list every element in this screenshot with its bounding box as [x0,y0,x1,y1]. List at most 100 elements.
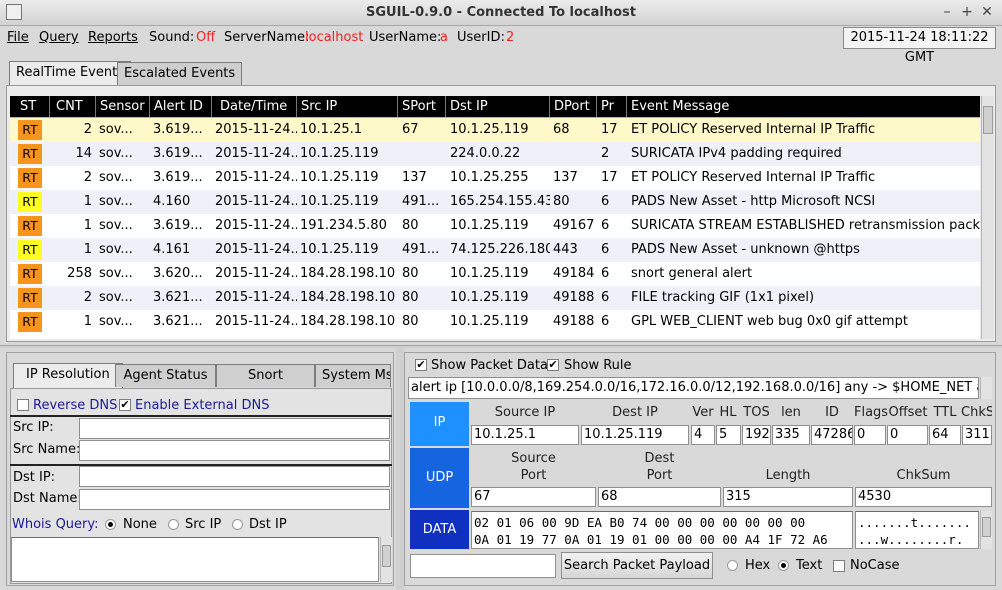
dst-ip-field[interactable] [79,466,390,487]
udp-hdr-chksum: ChkSum [896,468,951,483]
col-src-ip[interactable]: Src IP [297,96,398,118]
events-scroll-thumb[interactable] [983,106,993,134]
tab-agent-status[interactable]: Agent Status [115,364,216,387]
cell-datetime: 2015-11-24... [215,122,297,137]
status-badge[interactable]: RT [18,240,42,260]
ip-hdr-hl: HL [719,405,737,420]
col-st[interactable]: ST [10,96,50,118]
status-badge[interactable]: RT [18,144,42,164]
table-row[interactable]: RT 2 sov... 3.621... 2015-11-24... 184.28.198… [10,286,980,310]
external-dns-checkbox[interactable]: ✔ [119,399,131,411]
data-scroll-thumb[interactable] [982,517,991,537]
tab-ip-resolution[interactable]: IP Resolution [13,363,123,388]
col-sport[interactable]: SPort [398,96,446,118]
ip-id-field[interactable]: 47286 [811,425,853,445]
udp-chksum-field[interactable]: 4530 [855,487,992,507]
show-rule-checkbox[interactable]: ✔ [547,359,559,371]
ip-hdr-tos: TOS [743,405,770,420]
status-badge[interactable]: RT [18,312,42,332]
pane-divider-vertical[interactable] [396,348,404,590]
tab-escalated-events[interactable]: Escalated Events [117,62,243,85]
udp-length-field[interactable]: 315 [723,487,853,507]
events-table[interactable]: ST CNT Sensor Alert ID Date/Time Src IP … [10,96,980,339]
ip-chksum-field[interactable]: 311 [962,425,992,445]
cell-sport: 80 [402,218,419,233]
table-row[interactable]: RT 258 sov... 3.620... 2015-11-24... 184.28.1… [10,262,980,286]
menu-reports[interactable]: Reports [88,30,138,45]
table-row[interactable]: RT 1 sov... 3.619... 2015-11-24... 191.234.5.… [10,214,980,238]
cell-sport: 491... [402,194,440,209]
status-badge[interactable]: RT [18,288,42,308]
nocase-checkbox[interactable] [833,560,845,572]
udp-sport-field[interactable]: 67 [471,487,596,507]
col-dst-ip[interactable]: Dst IP [446,96,550,118]
ip-ver-field[interactable]: 4 [691,425,715,445]
rule-scrollbar[interactable] [980,377,992,399]
table-row[interactable]: RT 2 sov... 3.619... 2015-11-24... 10.1.25.1 6… [10,117,980,143]
cell-sensor: sov... [99,170,133,185]
whois-scroll-thumb[interactable] [382,545,391,567]
tab-realtime-events[interactable]: RealTime Events [9,61,131,86]
status-badge[interactable]: RT [18,264,42,284]
data-scrollbar[interactable] [980,511,992,549]
rule-text[interactable]: alert ip [10.0.0.0/8,169.254.0.0/16,172.… [408,377,979,399]
tab-system-msgs[interactable]: System Ms [315,364,391,387]
ip-ttl-field[interactable]: 64 [929,425,961,445]
whois-scrollbar[interactable] [380,537,392,582]
ip-len-field[interactable]: 335 [772,425,810,445]
pane-divider-horizontal[interactable] [0,345,1002,348]
col-cnt[interactable]: CNT [50,96,96,118]
ascii-dump[interactable]: .......t....... ...w........r. [855,511,979,549]
status-badge[interactable]: RT [18,216,42,236]
maximize-icon[interactable]: + [958,3,976,21]
ip-offset-field[interactable]: 0 [887,425,928,445]
whois-src-label: Src IP [185,517,222,532]
status-badge[interactable]: RT [18,168,42,188]
search-packet-payload-button[interactable]: Search Packet Payload [561,552,713,579]
col-dport[interactable]: DPort [550,96,597,118]
col-alert-id[interactable]: Alert ID [150,96,212,118]
ip-hl-field[interactable]: 5 [716,425,741,445]
reverse-dns-checkbox[interactable] [17,399,29,411]
col-datetime[interactable]: Date/Time [212,96,297,118]
minimize-icon[interactable]: – [938,3,956,21]
menu-file[interactable]: File [7,30,29,45]
events-scrollbar[interactable] [981,96,994,339]
src-ip-field[interactable] [79,418,390,439]
whois-dst-radio[interactable] [232,519,243,530]
col-sensor[interactable]: Sensor [96,96,150,118]
table-row[interactable]: RT 14 sov... 3.619... 2015-11-24... 10.1.25.1… [10,142,980,166]
src-name-field[interactable] [79,440,390,461]
ip-tos-field[interactable]: 192 [742,425,771,445]
col-event-message[interactable]: Event Message [627,96,980,118]
table-row[interactable]: RT 1 sov... 3.621... 2015-11-24... 184.28.198… [10,310,980,334]
text-radio[interactable] [778,560,789,571]
ip-dst-field[interactable]: 10.1.25.119 [581,425,689,445]
whois-none-radio[interactable] [105,519,116,530]
payload-search-input[interactable] [410,554,556,578]
table-row[interactable]: RT 2 sov... 3.619... 2015-11-24... 10.1.25.11… [10,166,980,190]
hex-dump[interactable]: 02 01 06 00 9D EA B0 74 00 00 00 00 00 0… [471,511,853,549]
ip-flags-field[interactable]: 0 [854,425,886,445]
col-pr[interactable]: Pr [597,96,627,118]
show-packet-data-checkbox[interactable]: ✔ [415,359,427,371]
server-value: localhost [305,30,364,45]
dst-name-field[interactable] [79,489,390,510]
status-badge[interactable]: RT [18,192,42,212]
whois-results-text[interactable] [11,537,379,582]
status-badge[interactable]: RT [18,120,42,140]
menu-query[interactable]: Query [39,30,79,45]
cell-alert-id: 4.161 [153,242,191,257]
udp-hdr-length: Length [765,468,811,483]
whois-src-radio[interactable] [168,519,179,530]
udp-dport-field[interactable]: 68 [598,487,721,507]
table-row[interactable]: RT 1 sov... 4.160 2015-11-24... 10.1.25.119 49… [10,190,980,214]
table-row[interactable]: RT 1 sov... 4.161 2015-11-24... 10.1.25.119 49… [10,238,980,262]
tab-snort-statistics[interactable]: Snort Statistics [216,364,315,404]
cell-cnt: 258 [67,266,92,281]
close-icon[interactable]: ✕ [978,3,996,21]
cell-sport: 67 [402,122,419,137]
ip-src-field[interactable]: 10.1.25.1 [471,425,579,445]
hex-radio[interactable] [727,560,738,571]
cell-cnt: 1 [83,194,92,209]
